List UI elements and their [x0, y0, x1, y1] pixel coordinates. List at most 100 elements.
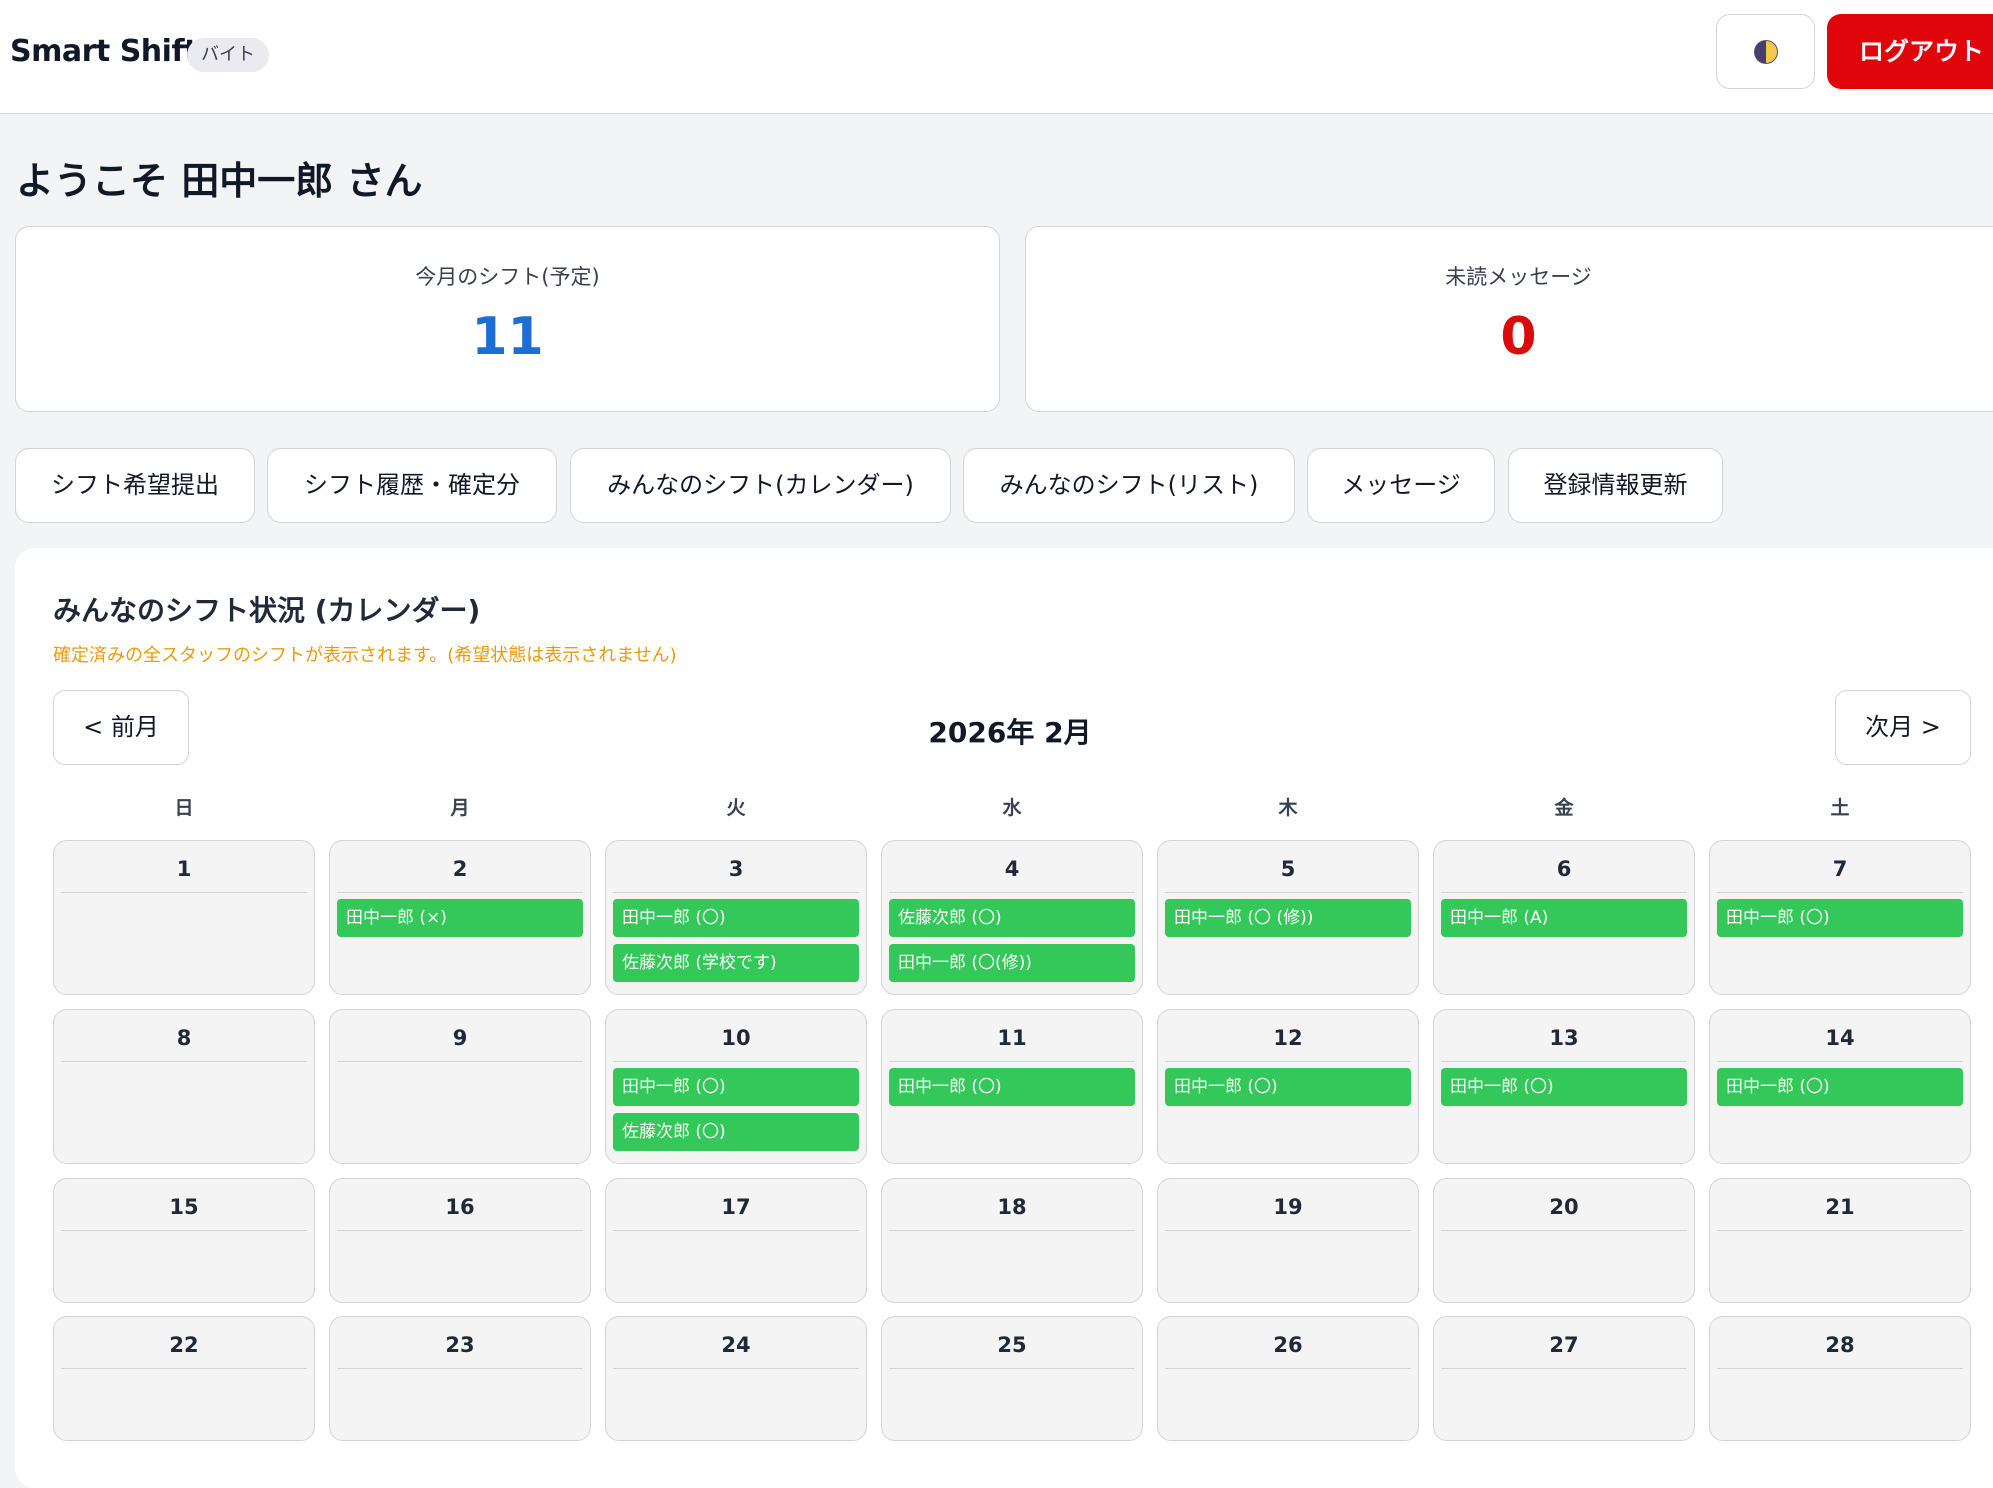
shift-entry[interactable]: 佐藤次郎 (学校です) — [613, 944, 859, 982]
calendar-day-cell[interactable]: 13 田中一郎 (〇) — [1433, 1009, 1695, 1164]
logout-button[interactable]: ログアウト — [1827, 14, 1993, 89]
calendar-day-cell[interactable]: 14 田中一郎 (〇) — [1709, 1009, 1971, 1164]
day-number: 28 — [1717, 1317, 1963, 1369]
day-number: 5 — [1165, 841, 1411, 893]
day-number: 22 — [61, 1317, 307, 1369]
day-number: 19 — [1165, 1179, 1411, 1231]
day-number: 7 — [1717, 841, 1963, 893]
calendar-day-cell[interactable]: 10 田中一郎 (〇) 佐藤次郎 (〇) — [605, 1009, 867, 1164]
calendar-title: みんなのシフト状況 (カレンダー) — [53, 594, 481, 627]
nav-shift-history[interactable]: シフト履歴・確定分 — [267, 448, 557, 523]
calendar-day-cell[interactable]: 19 — [1157, 1178, 1419, 1303]
nav-everyone-list[interactable]: みんなのシフト(リスト) — [963, 448, 1295, 523]
calendar-day-cell[interactable]: 9 — [329, 1009, 591, 1164]
shift-entry[interactable]: 佐藤次郎 (〇) — [889, 899, 1135, 937]
day-number: 23 — [337, 1317, 583, 1369]
shift-entry[interactable]: 田中一郎 (〇(修)) — [889, 944, 1135, 982]
welcome-heading: ようこそ 田中一郎 さん — [16, 159, 423, 203]
weekday-header: 金 — [1554, 797, 1574, 819]
calendar-day-cell[interactable]: 28 — [1709, 1316, 1971, 1441]
calendar-day-cell[interactable]: 21 — [1709, 1178, 1971, 1303]
shift-entry[interactable]: 佐藤次郎 (〇) — [613, 1113, 859, 1151]
day-number: 17 — [613, 1179, 859, 1231]
calendar-day-cell[interactable]: 27 — [1433, 1316, 1695, 1441]
calendar-day-cell[interactable]: 3 田中一郎 (〇) 佐藤次郎 (学校です) — [605, 840, 867, 995]
shift-entry[interactable]: 田中一郎 (〇) — [889, 1068, 1135, 1106]
weekday-header: 水 — [1002, 797, 1022, 819]
calendar-day-cell[interactable]: 5 田中一郎 (〇 (修)) — [1157, 840, 1419, 995]
calendar-day-cell[interactable]: 16 — [329, 1178, 591, 1303]
stat-card-messages: 未読メッセージ 0 — [1025, 226, 1993, 412]
weekday-header: 木 — [1278, 797, 1298, 819]
day-number: 3 — [613, 841, 859, 893]
calendar-day-cell[interactable]: 12 田中一郎 (〇) — [1157, 1009, 1419, 1164]
calendar-day-cell[interactable]: 11 田中一郎 (〇) — [881, 1009, 1143, 1164]
calendar-day-cell[interactable]: 23 — [329, 1316, 591, 1441]
day-number: 27 — [1441, 1317, 1687, 1369]
stat-value: 0 — [1500, 307, 1537, 367]
weekday-header: 月 — [450, 797, 470, 819]
calendar-day-cell[interactable]: 25 — [881, 1316, 1143, 1441]
shift-entry[interactable]: 田中一郎 (〇) — [1441, 1068, 1687, 1106]
day-number: 6 — [1441, 841, 1687, 893]
day-number: 24 — [613, 1317, 859, 1369]
shift-entry[interactable]: 田中一郎 (〇) — [1165, 1068, 1411, 1106]
calendar-day-cell[interactable]: 8 — [53, 1009, 315, 1164]
shift-entry[interactable]: 田中一郎 (〇) — [1717, 1068, 1963, 1106]
calendar-day-cell[interactable]: 26 — [1157, 1316, 1419, 1441]
top-bar: Smart Shift バイト ログアウト — [0, 0, 1993, 114]
day-number: 2 — [337, 841, 583, 893]
next-month-button[interactable]: 次月 > — [1835, 690, 1971, 765]
theme-toggle-button[interactable] — [1716, 14, 1815, 89]
calendar-day-cell[interactable]: 6 田中一郎 (A) — [1433, 840, 1695, 995]
app-title: Smart Shift — [10, 34, 198, 69]
day-number: 21 — [1717, 1179, 1963, 1231]
prev-month-button[interactable]: < 前月 — [53, 690, 189, 765]
nav-profile-update[interactable]: 登録情報更新 — [1508, 448, 1723, 523]
day-number: 9 — [337, 1010, 583, 1062]
month-label: 2026年 2月 — [928, 716, 1092, 749]
nav-everyone-calendar[interactable]: みんなのシフト(カレンダー) — [570, 448, 951, 523]
day-number: 18 — [889, 1179, 1135, 1231]
weekday-header: 土 — [1830, 797, 1850, 819]
day-number: 11 — [889, 1010, 1135, 1062]
shift-entry[interactable]: 田中一郎 (〇) — [1717, 899, 1963, 937]
calendar-day-cell[interactable]: 20 — [1433, 1178, 1695, 1303]
calendar-day-cell[interactable]: 24 — [605, 1316, 867, 1441]
day-number: 10 — [613, 1010, 859, 1062]
calendar-day-cell[interactable]: 17 — [605, 1178, 867, 1303]
calendar-day-cell[interactable]: 15 — [53, 1178, 315, 1303]
day-number: 4 — [889, 841, 1135, 893]
shift-entry[interactable]: 田中一郎 (〇 (修)) — [1165, 899, 1411, 937]
half-moon-icon — [1753, 39, 1778, 64]
calendar-day-cell[interactable]: 2 田中一郎 (×) — [329, 840, 591, 995]
stat-label: 未読メッセージ — [1445, 265, 1592, 289]
day-number: 20 — [1441, 1179, 1687, 1231]
weekday-header: 火 — [726, 797, 746, 819]
role-badge: バイト — [187, 38, 269, 72]
calendar-day-cell[interactable]: 22 — [53, 1316, 315, 1441]
shift-entry[interactable]: 田中一郎 (×) — [337, 899, 583, 937]
day-number: 25 — [889, 1317, 1135, 1369]
calendar-day-cell[interactable]: 7 田中一郎 (〇) — [1709, 840, 1971, 995]
nav-shift-request[interactable]: シフト希望提出 — [15, 448, 255, 523]
day-number: 26 — [1165, 1317, 1411, 1369]
day-number: 15 — [61, 1179, 307, 1231]
weekday-header: 日 — [174, 797, 194, 819]
day-number: 8 — [61, 1010, 307, 1062]
stat-value: 11 — [471, 307, 544, 367]
day-number: 1 — [61, 841, 307, 893]
stat-label: 今月のシフト(予定) — [415, 265, 600, 289]
day-number: 12 — [1165, 1010, 1411, 1062]
nav-messages[interactable]: メッセージ — [1307, 448, 1495, 523]
day-number: 14 — [1717, 1010, 1963, 1062]
shift-entry[interactable]: 田中一郎 (〇) — [613, 1068, 859, 1106]
day-number: 13 — [1441, 1010, 1687, 1062]
calendar-day-cell[interactable]: 18 — [881, 1178, 1143, 1303]
calendar-day-cell[interactable]: 1 — [53, 840, 315, 995]
day-number: 16 — [337, 1179, 583, 1231]
shift-entry[interactable]: 田中一郎 (A) — [1441, 899, 1687, 937]
calendar-day-cell[interactable]: 4 佐藤次郎 (〇) 田中一郎 (〇(修)) — [881, 840, 1143, 995]
calendar-note: 確定済みの全スタッフのシフトが表示されます。(希望状態は表示されません) — [53, 645, 677, 666]
shift-entry[interactable]: 田中一郎 (〇) — [613, 899, 859, 937]
